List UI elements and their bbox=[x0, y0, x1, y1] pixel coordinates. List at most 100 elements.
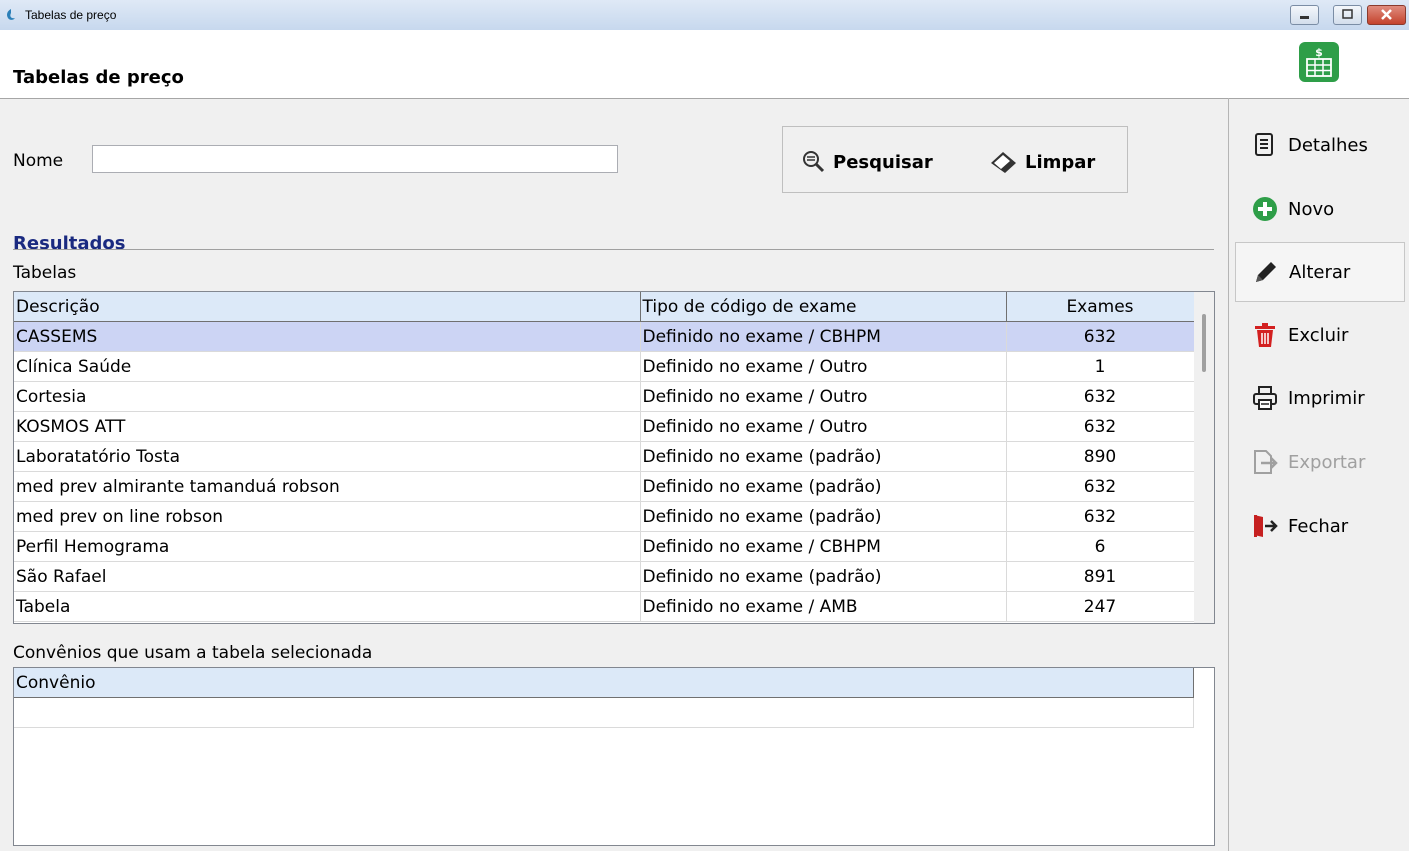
fechar-label: Fechar bbox=[1288, 515, 1349, 537]
convenios-table: Convênio bbox=[14, 668, 1194, 728]
search-icon bbox=[803, 151, 825, 173]
window-title-bar: Tabelas de preço bbox=[0, 0, 1409, 30]
price-sheet-icon: $ bbox=[1299, 42, 1339, 82]
cell-exames: 891 bbox=[1006, 561, 1195, 592]
cell-exames: 632 bbox=[1006, 381, 1195, 412]
cell-descricao: Laboratatório Tosta bbox=[14, 441, 641, 472]
column-header-convenio[interactable]: Convênio bbox=[14, 668, 1194, 698]
cell-exames: 6 bbox=[1006, 531, 1195, 562]
cell-tipo: Definido no exame / CBHPM bbox=[640, 321, 1007, 352]
fechar-button[interactable]: Fechar bbox=[1235, 496, 1405, 556]
table-row[interactable]: KOSMOS ATT Definido no exame / Outro 632 bbox=[14, 411, 1195, 442]
scrollbar-thumb[interactable] bbox=[1202, 314, 1206, 372]
page-header: Tabelas de preço $ bbox=[0, 30, 1409, 99]
table-row[interactable]: med prev almirante tamanduá robson Defini… bbox=[14, 471, 1195, 502]
printer-icon bbox=[1252, 385, 1278, 411]
clear-button[interactable]: Limpar bbox=[989, 149, 1095, 175]
table-row[interactable]: Cortesia Definido no exame / Outro 632 bbox=[14, 381, 1195, 412]
column-header-exames[interactable]: Exames bbox=[1006, 292, 1195, 322]
export-icon bbox=[1252, 449, 1278, 475]
imprimir-button[interactable]: Imprimir bbox=[1235, 368, 1405, 428]
cell-exames: 1 bbox=[1006, 351, 1195, 382]
results-section-title: Resultados bbox=[13, 233, 126, 254]
convenios-header-row: Convênio bbox=[14, 668, 1194, 698]
empty-cell bbox=[14, 697, 1194, 728]
table-row[interactable]: med prev on line robson Definido no exame… bbox=[14, 501, 1195, 532]
cell-descricao: Tabela bbox=[14, 591, 641, 622]
cell-exames: 632 bbox=[1006, 411, 1195, 442]
table-row[interactable]: Clínica Saúde Definido no exame / Outro 1 bbox=[14, 351, 1195, 382]
imprimir-label: Imprimir bbox=[1288, 387, 1365, 409]
cell-descricao: med prev on line robson bbox=[14, 501, 641, 532]
cell-tipo: Definido no exame (padrão) bbox=[640, 561, 1007, 592]
cell-tipo: Definido no exame / Outro bbox=[640, 351, 1007, 382]
cell-tipo: Definido no exame (padrão) bbox=[640, 441, 1007, 472]
tables-body: CASSEMS Definido no exame / CBHPM 632 Clíni… bbox=[14, 321, 1195, 622]
svg-text:$: $ bbox=[1315, 46, 1323, 59]
cell-descricao: Cortesia bbox=[14, 381, 641, 412]
search-button-label: Pesquisar bbox=[833, 151, 933, 173]
excluir-button[interactable]: Excluir bbox=[1235, 305, 1405, 365]
exportar-button[interactable]: Exportar bbox=[1235, 432, 1405, 492]
trash-icon bbox=[1252, 322, 1278, 348]
exportar-label: Exportar bbox=[1288, 451, 1366, 473]
document-icon bbox=[1252, 132, 1278, 158]
search-button-group: Pesquisar Limpar bbox=[782, 126, 1128, 193]
cell-exames: 247 bbox=[1006, 591, 1195, 622]
cell-tipo: Definido no exame (padrão) bbox=[640, 471, 1007, 502]
cell-descricao: med prev almirante tamanduá robson bbox=[14, 471, 641, 502]
eraser-icon bbox=[991, 152, 1016, 173]
cell-descricao: CASSEMS bbox=[14, 321, 641, 352]
table-row[interactable]: Tabela Definido no exame / AMB 247 bbox=[14, 591, 1195, 622]
cell-descricao: KOSMOS ATT bbox=[14, 411, 641, 442]
section-divider bbox=[13, 249, 1214, 250]
cell-descricao: Clínica Saúde bbox=[14, 351, 641, 382]
cell-exames: 632 bbox=[1006, 321, 1195, 352]
exit-icon bbox=[1252, 513, 1278, 539]
close-icon bbox=[1381, 9, 1392, 20]
alterar-label: Alterar bbox=[1289, 261, 1351, 283]
cell-tipo: Definido no exame / Outro bbox=[640, 411, 1007, 442]
cell-exames: 632 bbox=[1006, 501, 1195, 532]
cell-exames: 890 bbox=[1006, 441, 1195, 472]
excluir-label: Excluir bbox=[1288, 324, 1349, 346]
novo-button[interactable]: Novo bbox=[1235, 179, 1405, 239]
table-row[interactable] bbox=[14, 697, 1194, 728]
cell-descricao: Perfil Hemograma bbox=[14, 531, 641, 562]
name-input[interactable] bbox=[92, 145, 618, 173]
cell-tipo: Definido no exame / CBHPM bbox=[640, 531, 1007, 562]
convenios-label: Convênios que usam a tabela selecionada bbox=[13, 643, 373, 663]
novo-label: Novo bbox=[1288, 198, 1335, 220]
table-row[interactable]: Perfil Hemograma Definido no exame / CBHP… bbox=[14, 531, 1195, 562]
tables-scrollbar[interactable] bbox=[1194, 292, 1214, 623]
table-row[interactable]: CASSEMS Definido no exame / CBHPM 632 bbox=[14, 321, 1195, 352]
tables-table: Descrição Tipo de código de exame Exames… bbox=[14, 292, 1195, 622]
column-header-descricao[interactable]: Descrição bbox=[14, 292, 641, 322]
minimize-icon bbox=[1300, 16, 1309, 19]
maximize-icon bbox=[1342, 9, 1353, 19]
search-button[interactable]: Pesquisar bbox=[801, 149, 933, 175]
cell-descricao: São Rafael bbox=[14, 561, 641, 592]
add-icon bbox=[1252, 196, 1278, 222]
minimize-button[interactable] bbox=[1290, 5, 1319, 25]
page-title: Tabelas de preço bbox=[13, 67, 184, 88]
alterar-button[interactable]: Alterar bbox=[1235, 242, 1405, 302]
table-row[interactable]: São Rafael Definido no exame (padrão) 891 bbox=[14, 561, 1195, 592]
maximize-button[interactable] bbox=[1333, 5, 1362, 25]
window-title: Tabelas de preço bbox=[25, 8, 117, 22]
tables-grid[interactable]: Descrição Tipo de código de exame Exames… bbox=[13, 291, 1215, 624]
clear-button-label: Limpar bbox=[1025, 151, 1096, 173]
close-button[interactable] bbox=[1367, 5, 1406, 25]
column-header-tipo[interactable]: Tipo de código de exame bbox=[640, 292, 1007, 322]
tables-label: Tabelas bbox=[13, 263, 77, 283]
app-icon bbox=[7, 9, 15, 20]
detalhes-button[interactable]: Detalhes bbox=[1235, 115, 1405, 175]
name-label: Nome bbox=[13, 151, 64, 171]
cell-tipo: Definido no exame (padrão) bbox=[640, 501, 1007, 532]
cell-tipo: Definido no exame / Outro bbox=[640, 381, 1007, 412]
convenios-grid[interactable]: Convênio bbox=[13, 667, 1215, 846]
cell-exames: 632 bbox=[1006, 471, 1195, 502]
tables-header-row: Descrição Tipo de código de exame Exames bbox=[14, 292, 1195, 322]
pencil-icon bbox=[1253, 259, 1279, 285]
table-row[interactable]: Laboratatório Tosta Definido no exame (pa… bbox=[14, 441, 1195, 472]
